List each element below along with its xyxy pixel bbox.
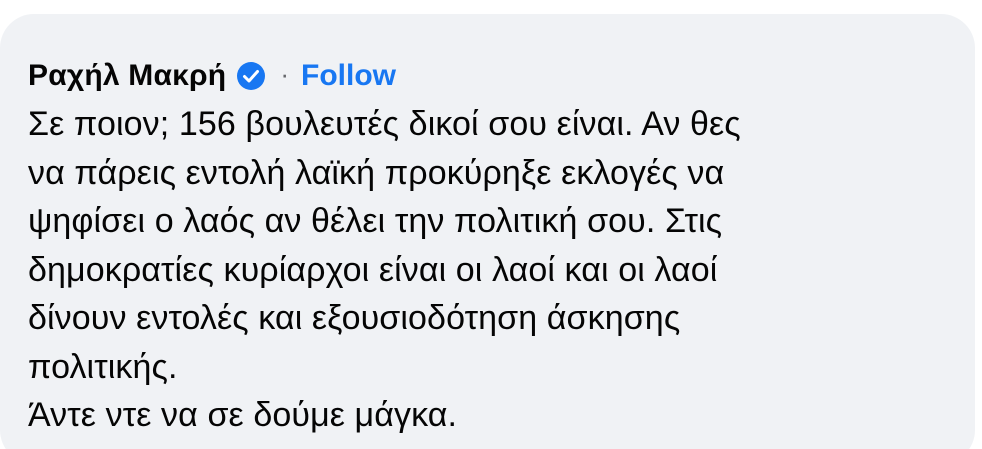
verified-badge-icon (236, 61, 266, 91)
header-separator: · (280, 58, 289, 89)
follow-button[interactable]: Follow (301, 59, 396, 93)
comment-text-line: να πάρεις εντολή λαϊκή προκύρηξε εκλογές… (28, 153, 725, 192)
comment-header: Ραχήλ Μακρή · Follow (28, 56, 975, 96)
comment-text-line: ψηφίσει ο λαός αν θέλει την πολιτική σου… (28, 202, 723, 240)
comment-text-line: Άντε ντε να σε δούμε μάγκα. (28, 396, 458, 434)
comment-text-line: δίνουν εντολές και εξουσιοδότηση άσκησης (28, 299, 681, 337)
author-name[interactable]: Ραχήλ Μακρή (28, 59, 226, 93)
comment-text-line: πολιτικής. (28, 347, 178, 386)
comment-text-line: δημοκρατίες κυρίαρχοι είναι οι λαοί και … (28, 250, 718, 289)
comment-text: Σε ποιον; 156 βουλευτές δικοί σου είναι.… (28, 100, 975, 440)
comment-bubble: Ραχήλ Μακρή · Follow Σε ποιον; 156 βουλε… (0, 14, 975, 449)
comment-text-line: Σε ποιον; 156 βουλευτές δικοί σου είναι.… (28, 105, 741, 143)
